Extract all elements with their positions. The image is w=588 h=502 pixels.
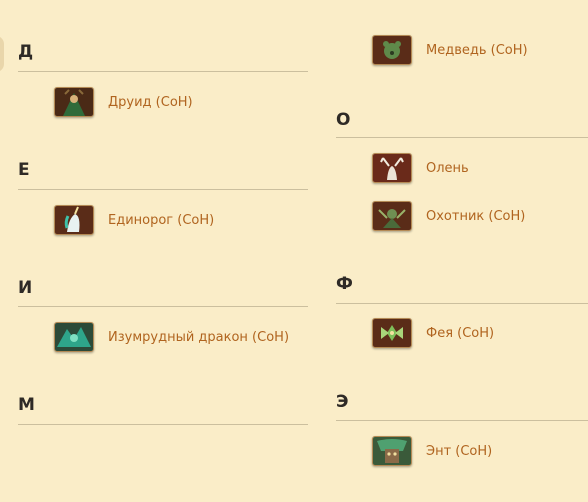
list-item-label[interactable]: Единорог (СоН) (108, 213, 214, 228)
list-item-bear[interactable]: Медведь (СоН) (372, 35, 528, 65)
section-divider (18, 71, 308, 72)
section-divider (18, 306, 308, 307)
list-item-label[interactable]: Олень (426, 161, 469, 176)
section-letter-e: Е (18, 160, 30, 180)
list-item-deer[interactable]: Олень (372, 153, 469, 183)
list-item-label[interactable]: Фея (СоН) (426, 326, 494, 341)
section-letter-o: О (336, 110, 351, 130)
fairy-portrait-icon[interactable] (372, 318, 412, 348)
bear-portrait-icon[interactable] (372, 35, 412, 65)
list-item-fairy[interactable]: Фея (СоН) (372, 318, 494, 348)
list-item-unicorn[interactable]: Единорог (СоН) (54, 205, 214, 235)
list-item-label[interactable]: Изумрудный дракон (СоН) (108, 330, 289, 345)
scroll-edge-handle (0, 36, 4, 72)
section-divider (18, 189, 308, 190)
list-item-ent[interactable]: Энт (СоН) (372, 436, 492, 466)
list-item-hunter[interactable]: Охотник (СоН) (372, 201, 525, 231)
list-item-druid[interactable]: Друид (СоН) (54, 87, 193, 117)
section-divider (336, 303, 588, 304)
ent-portrait-icon[interactable] (372, 436, 412, 466)
list-item-label[interactable]: Охотник (СоН) (426, 209, 525, 224)
section-divider (18, 424, 308, 425)
section-letter-m: М (18, 395, 35, 415)
list-item-label[interactable]: Энт (СоН) (426, 444, 492, 459)
hunter-portrait-icon[interactable] (372, 201, 412, 231)
list-item-label[interactable]: Друид (СоН) (108, 95, 193, 110)
unicorn-portrait-icon[interactable] (54, 205, 94, 235)
list-item-emerald-dragon[interactable]: Изумрудный дракон (СоН) (54, 322, 289, 352)
deer-portrait-icon[interactable] (372, 153, 412, 183)
section-letter-i: И (18, 278, 33, 298)
druid-portrait-icon[interactable] (54, 87, 94, 117)
section-divider (336, 420, 588, 421)
section-letter-d: Д (18, 42, 34, 62)
list-item-label[interactable]: Медведь (СоН) (426, 43, 528, 58)
section-letter-e-reversed: Э (336, 392, 349, 412)
section-divider (336, 137, 588, 138)
emerald-dragon-portrait-icon[interactable] (54, 322, 94, 352)
section-letter-f: Ф (336, 274, 353, 294)
